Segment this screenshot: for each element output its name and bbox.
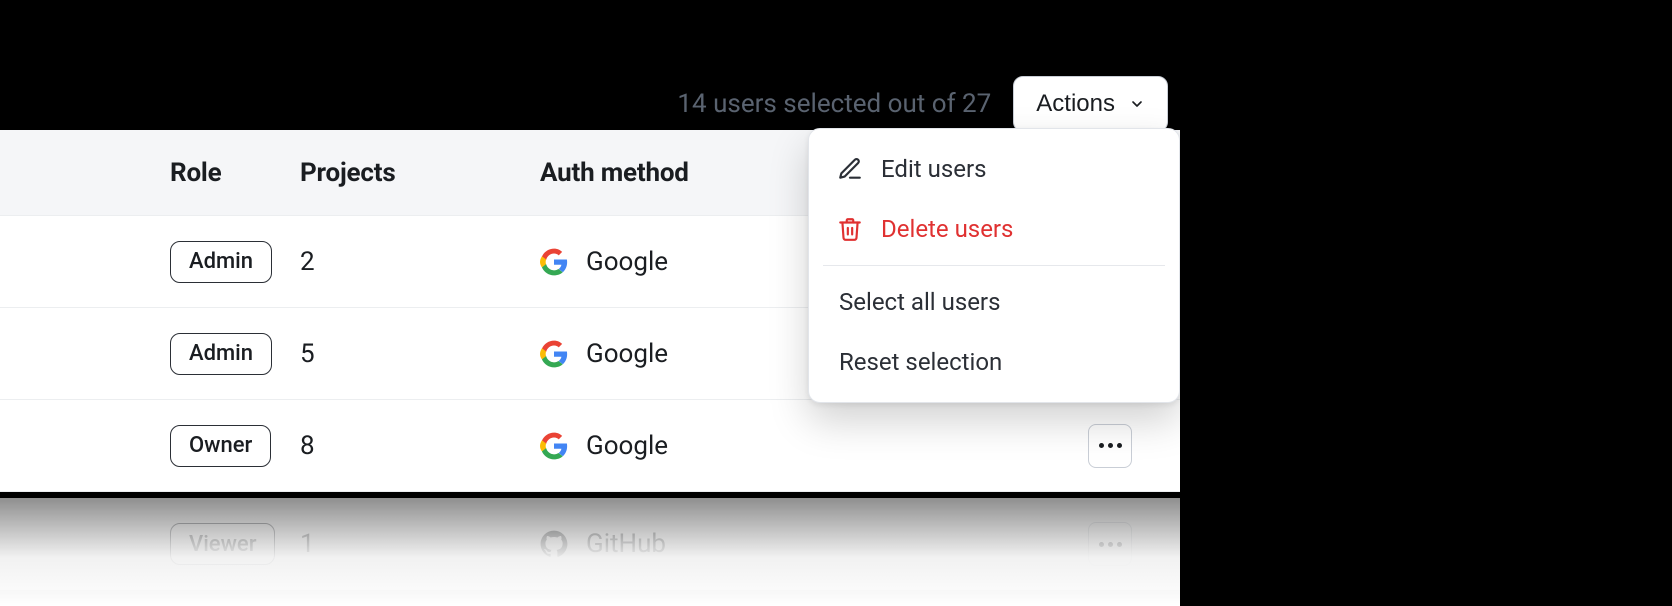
menu-item-delete-users[interactable]: Delete users [809,199,1179,259]
auth-provider: Google [586,247,668,277]
menu-item-edit-users[interactable]: Edit users [809,139,1179,199]
chevron-down-icon [1129,96,1145,112]
column-header-auth[interactable]: Auth method [540,158,689,188]
google-icon [540,248,568,276]
faded-row-preview: Viewer 1 GitHub [0,498,1180,606]
auth-provider: GitHub [586,529,666,559]
trash-icon [837,216,863,242]
column-header-projects[interactable]: Projects [300,158,395,188]
actions-button[interactable]: Actions [1013,76,1168,132]
column-header-role[interactable]: Role [170,158,221,188]
table-toolbar: 14 users selected out of 27 Actions [0,76,1180,132]
role-badge: Admin [170,241,272,283]
menu-item-select-all[interactable]: Select all users [809,272,1179,332]
auth-provider: Google [586,339,668,369]
row-more-button[interactable] [1088,424,1132,468]
menu-separator [823,265,1165,266]
projects-count: 8 [300,431,315,461]
row-more-button [1088,522,1132,566]
table-row[interactable]: Owner 8 Google [0,400,1180,492]
projects-count: 2 [300,247,315,277]
edit-icon [837,156,863,182]
menu-item-label: Edit users [881,155,986,183]
role-badge: Admin [170,333,272,375]
google-icon [540,340,568,368]
google-icon [540,432,568,460]
projects-count: 5 [300,339,315,369]
role-badge: Owner [170,425,271,467]
role-badge: Viewer [170,523,275,565]
actions-button-label: Actions [1036,90,1115,118]
more-icon [1099,443,1104,448]
github-icon [540,530,568,558]
menu-item-reset-selection[interactable]: Reset selection [809,332,1179,392]
menu-item-label: Select all users [839,288,1000,316]
auth-provider: Google [586,431,668,461]
actions-menu: Edit users Delete users Select all users… [808,128,1180,403]
menu-item-label: Reset selection [839,348,1002,376]
menu-item-label: Delete users [881,215,1013,243]
selection-count-text: 14 users selected out of 27 [677,89,991,119]
projects-count: 1 [300,529,315,559]
